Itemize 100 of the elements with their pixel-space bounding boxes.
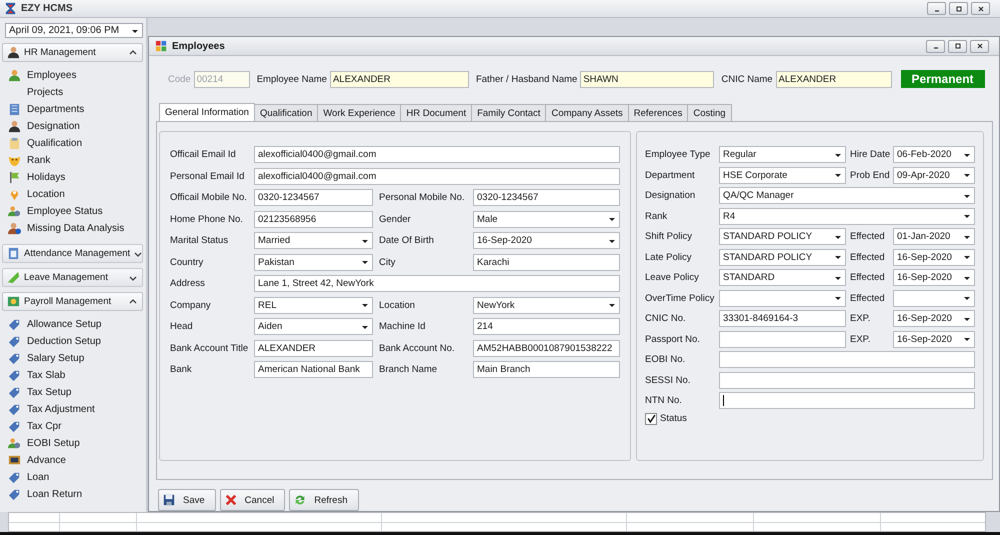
field-label: Bank Account No. [379,342,456,354]
dropdown-field[interactable]: STANDARD POLICY [719,248,846,266]
dropdown-field[interactable]: R4 [719,208,975,224]
tag-icon [8,318,21,331]
text-field[interactable]: alexofficial0400@gmail.com [254,146,620,163]
restore-button[interactable] [949,2,968,15]
nav-item[interactable]: Missing Data Analysis [0,220,146,237]
text-field[interactable]: Main Branch [473,361,620,378]
text-field[interactable]: 33301-8469164-3 [719,310,846,327]
dropdown-field[interactable]: 09-Apr-2020 [893,166,975,184]
text-field[interactable]: 214 [473,318,620,335]
dropdown-arrow-icon [963,335,971,343]
text-field[interactable]: American National Bank [254,361,373,378]
text-field[interactable] [719,330,846,348]
nav-item[interactable]: Advance [0,452,146,469]
nav-item[interactable]: Holidays [0,169,146,186]
nav-item[interactable]: EOBI Setup [0,435,146,452]
dropdown-field[interactable]: 16-Sep-2020 [893,269,975,286]
dropdown-field[interactable]: NewYork [473,296,620,314]
date-time-dropdown[interactable]: April 09, 2021, 09:06 PM [5,23,143,38]
nav-item[interactable]: Designation [0,118,146,135]
group-header[interactable]: Leave Management [2,268,143,287]
tab[interactable]: HR Document [400,104,472,121]
dropdown-field[interactable]: Aiden [254,318,373,335]
action-button[interactable]: Save [158,489,216,511]
field-label: Officail Mobile No. [170,192,248,203]
dropdown-field[interactable]: STANDARD POLICY [719,228,846,245]
dropdown-field[interactable]: QA/QC Manager [719,187,975,204]
dropdown-field[interactable]: Pakistan [254,254,373,270]
text-field[interactable]: 02123568956 [254,210,373,228]
close-button[interactable] [971,2,990,15]
nav-item[interactable]: Tax Slab [0,367,146,384]
text-field[interactable]: Karachi [473,254,620,270]
checkbox-label: Status [660,413,687,424]
tab[interactable]: References [628,104,688,121]
dropdown-field[interactable]: Regular [719,146,846,163]
group-header[interactable]: Attendance Management [2,244,143,263]
close-button[interactable] [970,40,989,52]
person-icon [8,120,21,133]
dropdown-field[interactable]: Male [473,210,620,228]
text-field[interactable]: Lane 1, Street 42, NewYork [254,275,620,292]
text-field[interactable]: ALEXANDER [776,70,892,88]
dropdown-field[interactable]: HSE Corporate [719,166,846,184]
nav-item[interactable]: Employee Status [0,203,146,220]
field-label: Effected [850,292,886,304]
tab[interactable]: General Information [159,103,255,121]
nav-item[interactable]: Rank [0,152,146,169]
tab[interactable]: Family Contact [471,104,546,121]
nav-item[interactable]: Salary Setup [0,350,146,367]
text-field[interactable] [719,392,975,409]
text-field[interactable]: ALEXANDER [330,70,469,88]
dropdown-field[interactable]: 01-Jan-2020 [893,228,975,245]
field-label: Address [170,278,206,289]
nav-item[interactable]: Allowance Setup [0,316,146,333]
text-field[interactable]: SHAWN [580,70,714,88]
text-field[interactable]: 0320-1234567 [473,189,620,206]
nav-item[interactable]: Departments [0,101,146,118]
group-label: Payroll Management [24,296,112,307]
text-field[interactable]: AM52HABB0001087901538222 [473,340,620,356]
dropdown-field[interactable]: STANDARD [719,269,846,286]
dropdown-field[interactable] [893,290,975,306]
group-header[interactable]: HR Management [2,43,143,62]
text-field[interactable] [719,372,975,388]
dropdown-field[interactable]: 16-Sep-2020 [473,232,620,249]
nav-item[interactable]: Tax Adjustment [0,401,146,418]
nav-item[interactable]: Employees [0,67,146,84]
nav-item[interactable]: Tax Setup [0,384,146,401]
text-field[interactable]: alexofficial0400@gmail.com [254,168,620,184]
field-label: NTN No. [645,395,683,406]
action-button[interactable]: Cancel [220,489,286,511]
nav-item[interactable]: Tax Cpr [0,418,146,435]
dropdown-field[interactable]: 16-Sep-2020 [893,330,975,348]
field-label: CNIC Name [721,74,773,84]
nav-item[interactable]: Location [0,186,146,203]
tab[interactable]: Qualification [254,104,318,121]
action-button[interactable]: Refresh [289,489,358,511]
field-label: Location [379,300,416,310]
nav-item[interactable]: Qualification [0,135,146,152]
dropdown-field[interactable]: 06-Feb-2020 [893,146,975,163]
tab[interactable]: Costing [687,104,732,121]
dropdown-field[interactable]: Married [254,232,373,249]
text-field[interactable]: 0320-1234567 [254,189,373,206]
tab[interactable]: Company Assets [545,104,629,121]
nav-item[interactable]: Projects [0,84,146,101]
dropdown-field[interactable]: 16-Sep-2020 [893,310,975,327]
dropdown-field[interactable]: 16-Sep-2020 [893,248,975,266]
nav-item[interactable]: Deduction Setup [0,333,146,350]
field-label: Effected [850,231,886,242]
dropdown-field[interactable] [719,290,846,306]
group-header[interactable]: Payroll Management [2,292,143,311]
tab[interactable]: Work Experience [317,104,402,121]
text-field[interactable]: ALEXANDER [254,340,373,356]
nav-item[interactable]: Loan Return [0,486,146,503]
maximize-button[interactable] [948,40,967,52]
person-info-icon [8,222,21,235]
status-checkbox[interactable] [645,412,657,424]
dropdown-field[interactable]: REL [254,296,373,314]
field-label: Late Policy [645,252,692,262]
text-field[interactable] [719,351,975,368]
nav-item[interactable]: Loan [0,469,146,486]
